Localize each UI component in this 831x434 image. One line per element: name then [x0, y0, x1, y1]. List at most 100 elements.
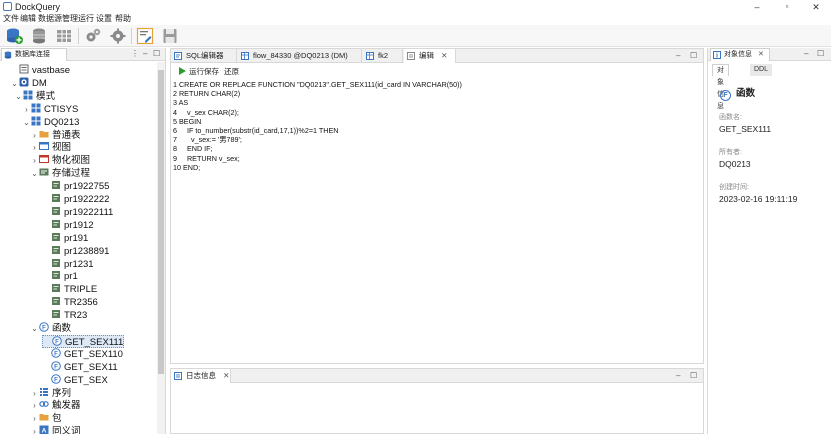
edit-document-icon[interactable]: [136, 27, 154, 45]
log-icon: [174, 372, 182, 380]
tree-item[interactable]: › A 同义词: [30, 425, 81, 434]
chevron-down-icon[interactable]: ⌄: [30, 167, 39, 180]
chevron-right-icon[interactable]: ›: [30, 399, 39, 412]
tree-item[interactable]: pr1922222: [42, 193, 109, 206]
chevron-right-icon[interactable]: ›: [22, 103, 31, 116]
tree-item[interactable]: F GET_SEX: [42, 373, 108, 387]
tree-item[interactable]: pr1912: [42, 219, 94, 232]
minimize-panel-button[interactable]: –: [804, 49, 808, 59]
minimize-panel-button[interactable]: –: [676, 51, 680, 61]
tree-scrollbar[interactable]: [157, 62, 165, 434]
tree-item[interactable]: TRIPLE: [42, 283, 97, 296]
code-editor[interactable]: 1 CREATE OR REPLACE FUNCTION "DQ0213".GE…: [173, 80, 462, 172]
add-datasource-icon[interactable]: [5, 27, 23, 45]
close-button[interactable]: ✕: [801, 0, 831, 14]
minimize-panel-button[interactable]: –: [143, 49, 147, 59]
tree-item[interactable]: › 包: [30, 412, 61, 425]
subtab-ddl[interactable]: DDL: [750, 64, 773, 76]
tree-item[interactable]: F GET_SEX110: [42, 347, 123, 361]
tree-item[interactable]: pr1922755: [42, 180, 109, 193]
tree-item[interactable]: pr1231: [42, 258, 94, 271]
menu-edit[interactable]: 编辑: [20, 13, 36, 25]
database-icon[interactable]: [30, 27, 48, 45]
code-line: 2 RETURN CHAR(2): [173, 89, 241, 99]
run-icon[interactable]: [179, 67, 186, 75]
tree-item[interactable]: pr1238891: [42, 245, 109, 258]
chevron-right-icon[interactable]: ›: [30, 425, 39, 434]
menu-run[interactable]: 运行: [78, 13, 94, 25]
tree-item-label: pr1: [64, 271, 78, 283]
tab-log-info[interactable]: 日志信息 ✕: [171, 369, 231, 383]
maximize-panel-button[interactable]: ☐: [690, 51, 697, 61]
tree-item[interactable]: ⌄ DQ0213: [22, 116, 79, 129]
chevron-right-icon[interactable]: ›: [30, 154, 39, 167]
tree-item[interactable]: TR23: [42, 309, 87, 322]
table-icon[interactable]: [55, 27, 73, 45]
settings-cog-icon[interactable]: [109, 27, 127, 45]
function-folder-icon: F: [39, 322, 52, 334]
tree-item-label: DQ0213: [44, 116, 80, 128]
tab-flow-84330[interactable]: flow_84330 @DQ0213 (DM): [238, 49, 362, 63]
tree-item[interactable]: ⌄ 存储过程: [30, 167, 90, 180]
chevron-down-icon[interactable]: ⌄: [30, 322, 39, 335]
tree-item[interactable]: ⌄ F 函数: [30, 322, 71, 335]
menu-file[interactable]: 文件: [3, 13, 19, 25]
tab-fk2[interactable]: fk2: [363, 49, 403, 63]
scrollbar-thumb[interactable]: [158, 70, 164, 374]
tree-item[interactable]: pr1: [42, 270, 78, 283]
chevron-right-icon[interactable]: ›: [30, 141, 39, 154]
close-tab-icon[interactable]: ✕: [441, 51, 447, 60]
gear-icon[interactable]: [84, 27, 102, 45]
log-panel: 日志信息 ✕ – ☐: [170, 368, 704, 434]
minimize-panel-button[interactable]: –: [676, 371, 680, 381]
tab-sql-editor[interactable]: SQL编辑器: [171, 49, 237, 63]
run-save-button[interactable]: 运行保存: [189, 67, 219, 76]
save-icon[interactable]: [161, 27, 179, 45]
maximize-panel-button[interactable]: ☐: [153, 49, 160, 59]
chevron-right-icon[interactable]: ›: [30, 129, 39, 142]
tree-item[interactable]: › 物化视图: [30, 154, 90, 167]
maximize-panel-button[interactable]: ☐: [690, 371, 697, 381]
function-icon: F: [51, 347, 64, 360]
close-tab-icon[interactable]: ✕: [223, 371, 229, 380]
panel-menu-icon[interactable]: ⋮: [131, 49, 139, 59]
tree-item[interactable]: pr19222111: [42, 206, 113, 219]
tab-label: SQL编辑器: [186, 51, 224, 60]
menu-datasource[interactable]: 数据源管理: [38, 13, 78, 25]
tree-item[interactable]: F GET_SEX111: [42, 334, 125, 348]
tab-edit[interactable]: 编辑 ✕: [404, 49, 456, 63]
prop-value-function-name: GET_SEX111: [719, 124, 772, 134]
view-icon: [39, 142, 52, 153]
restore-button[interactable]: 还原: [224, 67, 239, 76]
tree-item[interactable]: vastbase: [10, 64, 70, 77]
tree-item[interactable]: › 触发器: [30, 399, 80, 412]
tree-item[interactable]: › 普通表: [30, 129, 80, 142]
minimize-button[interactable]: –: [742, 0, 772, 14]
chevron-down-icon[interactable]: ⌄: [10, 77, 19, 90]
chevron-right-icon[interactable]: ›: [30, 387, 39, 400]
close-tab-icon[interactable]: ✕: [758, 51, 764, 58]
chevron-down-icon[interactable]: ⌄: [14, 90, 23, 103]
maximize-button[interactable]: ▫: [772, 0, 802, 14]
svg-text:F: F: [54, 377, 58, 383]
menu-help[interactable]: 帮助: [115, 13, 131, 25]
tree-item[interactable]: › 视图: [30, 141, 71, 154]
tree-item[interactable]: ⌄ 模式: [14, 90, 55, 103]
svg-text:F: F: [42, 325, 46, 331]
maximize-panel-button[interactable]: ☐: [817, 49, 824, 59]
tab-object-info[interactable]: 对象信息 ✕: [710, 48, 770, 61]
tree-item[interactable]: F GET_SEX11: [42, 360, 118, 374]
procedure-icon: [51, 232, 64, 244]
tree-item[interactable]: pr191: [42, 232, 88, 245]
subtab-object-info[interactable]: 对象信息: [712, 64, 729, 110]
tab-database-connections[interactable]: 数据库连接: [1, 48, 67, 61]
tree-item[interactable]: TR2356: [42, 296, 98, 309]
tree-item[interactable]: › 序列: [30, 387, 71, 400]
tree-item[interactable]: ⌄ DM: [10, 77, 47, 90]
procedure-folder-icon: [39, 168, 52, 179]
sequence-icon: [39, 387, 52, 399]
menu-settings[interactable]: 设置: [96, 13, 112, 25]
chevron-down-icon[interactable]: ⌄: [22, 116, 31, 129]
tree-item[interactable]: › CTISYS: [22, 103, 78, 116]
chevron-right-icon[interactable]: ›: [30, 412, 39, 425]
